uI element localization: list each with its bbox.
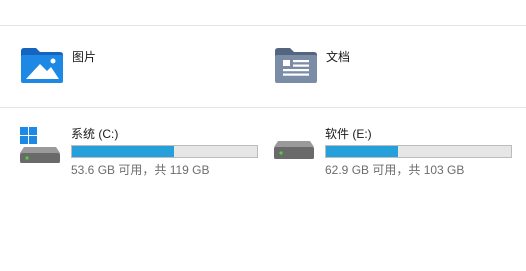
drive-space-info: 53.6 GB 可用，共 119 GB xyxy=(71,163,210,177)
section-divider xyxy=(0,107,526,108)
top-divider xyxy=(0,25,526,26)
drive-space-info: 62.9 GB 可用，共 103 GB xyxy=(325,163,465,177)
drive-name: 软件 (E:) xyxy=(325,127,372,141)
drive-icon xyxy=(274,141,314,159)
drive-usage-fill xyxy=(326,146,399,157)
folder-documents[interactable]: 文档 xyxy=(274,46,394,90)
folder-label: 文档 xyxy=(326,50,351,64)
pictures-folder-icon xyxy=(21,48,63,83)
windows-drive-icon xyxy=(20,127,60,163)
drive-usage-bar xyxy=(71,145,258,158)
folder-pictures[interactable]: 图片 xyxy=(20,46,140,90)
drive-usage-fill xyxy=(72,146,174,157)
documents-folder-icon xyxy=(275,48,317,83)
drive-c[interactable]: 系统 (C:) 53.6 GB 可用，共 119 GB xyxy=(19,127,259,179)
folder-label: 图片 xyxy=(72,50,97,64)
drive-e[interactable]: 软件 (E:) 62.9 GB 可用，共 103 GB xyxy=(273,127,513,179)
drive-usage-bar xyxy=(325,145,512,158)
drive-name: 系统 (C:) xyxy=(71,127,119,141)
